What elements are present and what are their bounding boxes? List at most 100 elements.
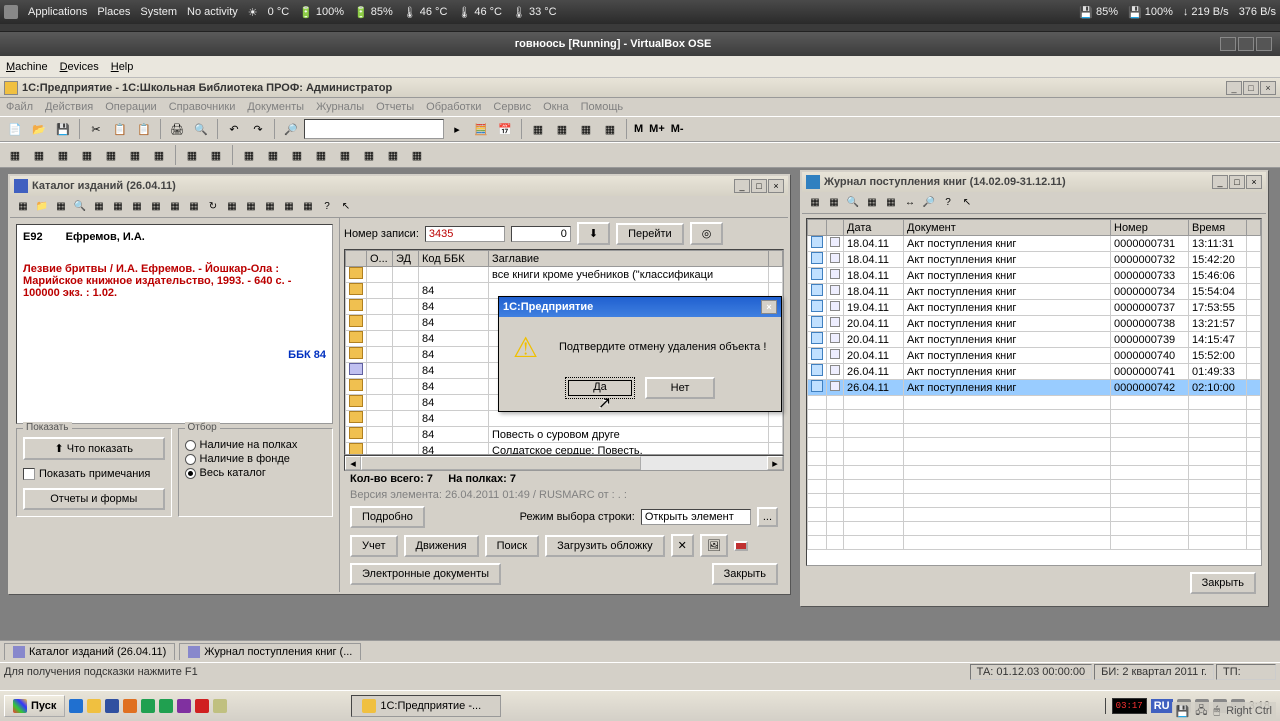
jcol-doc[interactable]: Документ [904, 220, 1111, 236]
ct-more3-icon[interactable]: ▦ [261, 198, 279, 216]
search-button[interactable]: Поиск [485, 535, 539, 557]
ct-view-icon[interactable]: 🔍 [71, 198, 89, 216]
menu-refs[interactable]: Справочники [169, 101, 236, 113]
tb-mm[interactable]: M- [669, 123, 686, 135]
cover-flag-button[interactable] [734, 541, 748, 551]
jt-view-icon[interactable]: 🔍 [844, 194, 862, 212]
journal-row[interactable]: 26.04.11Акт поступления книг000000074101… [808, 364, 1261, 380]
tb2-10-icon[interactable]: ▦ [238, 144, 260, 166]
wintab-catalog[interactable]: Каталог изданий (26.04.11) [4, 643, 175, 660]
detail-button[interactable]: Подробно [350, 506, 425, 528]
ct-mark-icon[interactable]: ▦ [109, 198, 127, 216]
catalog-hscroll[interactable]: ◂ ▸ [344, 455, 784, 471]
dialog-no-button[interactable]: Нет [645, 377, 715, 399]
tb-m[interactable]: M [632, 123, 645, 135]
jt-del-icon[interactable]: ▦ [882, 194, 900, 212]
jcol-time[interactable]: Время [1189, 220, 1247, 236]
show-notes-checkbox[interactable] [23, 468, 35, 480]
vbox-max-icon[interactable] [1238, 37, 1254, 51]
menu-file[interactable]: Файл [6, 101, 33, 113]
ct-filter-icon[interactable]: ▦ [185, 198, 203, 216]
tb2-6-icon[interactable]: ▦ [124, 144, 146, 166]
tb-print-icon[interactable]: 🖨 [166, 118, 188, 140]
onec-min-icon[interactable]: _ [1226, 81, 1242, 95]
ct-pointer-icon[interactable]: ↖ [337, 198, 355, 216]
journal-row[interactable]: 19.04.11Акт поступления книг000000073717… [808, 300, 1261, 316]
tb-calc-icon[interactable]: 🧮 [470, 118, 492, 140]
scroll-right-icon[interactable]: ▸ [767, 456, 783, 470]
tb2-9-icon[interactable]: ▦ [205, 144, 227, 166]
mode-combo[interactable] [641, 509, 751, 525]
jt-find-icon[interactable]: 🔎 [920, 194, 938, 212]
journal-row[interactable]: 26.04.11Акт поступления книг000000074202… [808, 380, 1261, 396]
what-show-button[interactable]: ⬆ Что показать [23, 437, 165, 460]
menu-windows[interactable]: Окна [543, 101, 569, 113]
catalog-close-icon[interactable]: × [768, 179, 784, 193]
tb-misc4-icon[interactable]: ▦ [599, 118, 621, 140]
tb-cut-icon[interactable]: ✂ [85, 118, 107, 140]
edoc-button[interactable]: Электронные документы [350, 563, 501, 585]
journal-row[interactable]: 18.04.11Акт поступления книг000000073215… [808, 252, 1261, 268]
jt-help-icon[interactable]: ? [939, 194, 957, 212]
jt-new-icon[interactable]: ▦ [806, 194, 824, 212]
vbox-menu-machine[interactable]: Machine [6, 61, 48, 73]
dialog-yes-button[interactable]: Да [565, 377, 635, 399]
tb2-17-icon[interactable]: ▦ [406, 144, 428, 166]
ct-del-icon[interactable]: ▦ [128, 198, 146, 216]
radio-onshelf[interactable] [185, 440, 196, 451]
tb-preview-icon[interactable]: 🔍 [190, 118, 212, 140]
tb-find-next-icon[interactable]: ▸ [446, 118, 468, 140]
ql-app2-icon[interactable] [159, 699, 173, 713]
ql-firefox-icon[interactable] [123, 699, 137, 713]
journal-row[interactable]: 18.04.11Акт поступления книг000000073315… [808, 268, 1261, 284]
tb2-12-icon[interactable]: ▦ [286, 144, 308, 166]
tb2-4-icon[interactable]: ▦ [76, 144, 98, 166]
ql-save-icon[interactable] [105, 699, 119, 713]
tb2-16-icon[interactable]: ▦ [382, 144, 404, 166]
gnome-foot-icon[interactable] [4, 5, 18, 19]
gnome-system[interactable]: System [140, 6, 177, 18]
menu-journals[interactable]: Журналы [316, 101, 364, 113]
ct-copy-icon[interactable]: ▦ [90, 198, 108, 216]
tb-undo-icon[interactable]: ↶ [223, 118, 245, 140]
rec-idx-input[interactable] [511, 226, 571, 242]
jt-open-icon[interactable]: ▦ [825, 194, 843, 212]
tb-mp[interactable]: M+ [647, 123, 667, 135]
ct-more2-icon[interactable]: ▦ [242, 198, 260, 216]
rec-target-icon[interactable]: ◎ [690, 222, 724, 245]
jcol-date[interactable]: Дата [844, 220, 904, 236]
dialog-titlebar[interactable]: 1С:Предприятие × [499, 297, 781, 317]
lang-indicator[interactable]: RU [1151, 699, 1173, 713]
uchet-button[interactable]: Учет [350, 535, 398, 557]
radio-all[interactable] [185, 468, 196, 479]
scroll-thumb[interactable] [361, 456, 641, 470]
ct-help-icon[interactable]: ? [318, 198, 336, 216]
menu-help[interactable]: Помощь [581, 101, 624, 113]
menu-reports[interactable]: Отчеты [376, 101, 414, 113]
col-bbk[interactable]: Код ББК [419, 251, 489, 267]
tb-misc1-icon[interactable]: ▦ [527, 118, 549, 140]
journal-grid[interactable]: Дата Документ Номер Время 18.04.11Акт по… [806, 218, 1262, 566]
rec-no-input[interactable] [425, 226, 505, 242]
radio-infund[interactable] [185, 454, 196, 465]
tb-save-icon[interactable]: 💾 [52, 118, 74, 140]
tb2-14-icon[interactable]: ▦ [334, 144, 356, 166]
tb-new-icon[interactable]: 📄 [4, 118, 26, 140]
tb2-8-icon[interactable]: ▦ [181, 144, 203, 166]
cover-img-button[interactable]: 🖼 [700, 534, 728, 557]
tb2-5-icon[interactable]: ▦ [100, 144, 122, 166]
ql-opera-icon[interactable] [195, 699, 209, 713]
cover-button[interactable]: Загрузить обложку [545, 535, 665, 557]
tb2-2-icon[interactable]: ▦ [28, 144, 50, 166]
col-o[interactable]: О... [367, 251, 393, 267]
tb2-1-icon[interactable]: ▦ [4, 144, 26, 166]
tb-misc3-icon[interactable]: ▦ [575, 118, 597, 140]
tb-find-icon[interactable]: 🔎 [280, 118, 302, 140]
jt-interval-icon[interactable]: ↔ [901, 194, 919, 212]
ct-folder-icon[interactable]: 📁 [33, 198, 51, 216]
onec-close-icon[interactable]: × [1260, 81, 1276, 95]
menu-operations[interactable]: Операции [105, 101, 156, 113]
tb2-3-icon[interactable]: ▦ [52, 144, 74, 166]
ct-new-icon[interactable]: ▦ [14, 198, 32, 216]
jt-copy-icon[interactable]: ▦ [863, 194, 881, 212]
